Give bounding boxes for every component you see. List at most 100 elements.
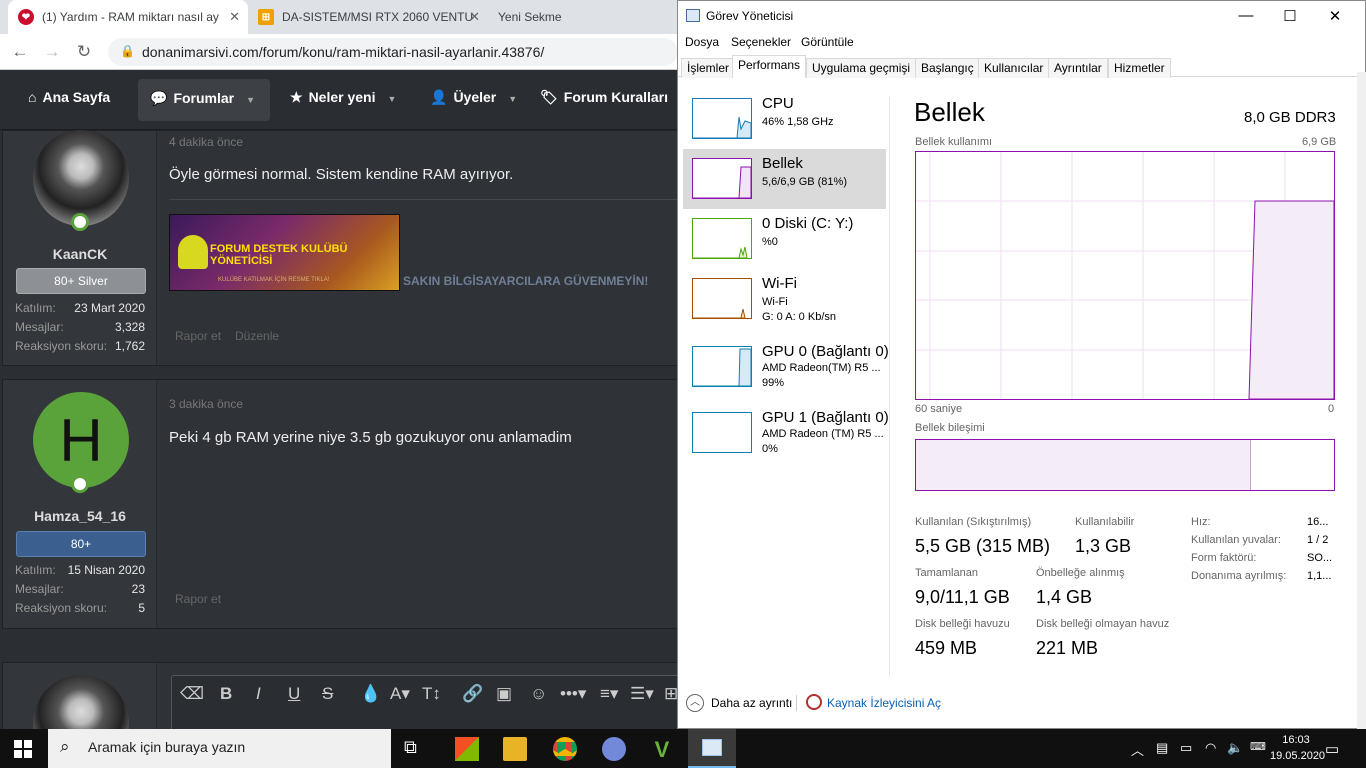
italic-icon[interactable]: I [256, 684, 261, 704]
notification-icon[interactable]: ▭ [1325, 740, 1339, 758]
close-tab-icon[interactable]: ✕ [229, 9, 240, 25]
resource-gpu-0[interactable]: GPU 0 (Bağlantı 0) AMD Radeon(TM) R5 ...… [683, 337, 889, 397]
browser-scrollbar[interactable] [1357, 72, 1366, 729]
browser-tab-bar: ❤ (1) Yardım - RAM miktarı nasıl ay ✕ ⊞ … [0, 0, 678, 34]
image-icon[interactable]: ▣ [496, 684, 512, 704]
gta-icon[interactable]: V [650, 737, 674, 762]
emoji-icon[interactable]: ☺ [530, 684, 547, 704]
tab-users[interactable]: Kullanıcılar [978, 58, 1050, 78]
stat-label: Tamamlanan [915, 567, 978, 579]
gpu0-mini-graph [692, 346, 752, 387]
forward-icon[interactable]: → [42, 42, 62, 62]
tab-strip: İşlemler Performans Uygulama geçmişi Baş… [678, 55, 1365, 78]
post-time[interactable]: 3 dakika önce [169, 397, 243, 411]
bold-icon[interactable]: B [220, 684, 232, 704]
pane-divider [889, 97, 890, 677]
menu-options[interactable]: Seçenekler [731, 35, 791, 49]
rich-text-editor[interactable]: ⌫ B I U S 💧 A▾ T↕ 🔗 ▣ ☺ •••▾ ≡▾ ☰▾ ⊞ [171, 675, 678, 729]
eraser-icon[interactable]: ⌫ [180, 684, 204, 704]
post-user-panel [3, 663, 157, 729]
task-view-icon[interactable]: ⧉ [404, 737, 428, 761]
volume-icon[interactable]: 🔈 [1227, 740, 1243, 756]
tab-services[interactable]: Hizmetler [1108, 58, 1171, 78]
back-icon[interactable]: ← [10, 42, 30, 62]
usage-graph-label: Bellek kullanımı [915, 136, 993, 148]
browser-tab-active[interactable]: ❤ (1) Yardım - RAM miktarı nasıl ay ✕ [8, 0, 248, 34]
align-icon[interactable]: ≡▾ [600, 684, 618, 704]
link-icon[interactable]: 🔗 [462, 684, 483, 704]
resource-memory[interactable]: Bellek 5,6/6,9 GB (81%) [683, 149, 886, 209]
close-tab-icon[interactable]: ✕ [469, 9, 480, 25]
resource-disk[interactable]: 0 Diski (C: Y:) %0 [683, 209, 886, 269]
stat-label: Disk belleği havuzu [915, 618, 1010, 630]
minimize-icon[interactable]: — [1234, 7, 1258, 24]
network-adapter-icon[interactable]: ▤ [1156, 740, 1168, 756]
chevron-up-icon[interactable]: ︿ [686, 694, 704, 712]
strikethrough-icon[interactable]: S [322, 684, 333, 704]
url-field[interactable]: 🔒 donanimarsivi.com/forum/konu/ram-mikta… [108, 38, 678, 66]
resource-wifi[interactable]: Wi-Fi Wi-Fi G: 0 A: 0 Kb/sn [683, 269, 886, 329]
keyboard-language-icon[interactable]: ⌨ [1250, 740, 1266, 753]
file-explorer-icon[interactable] [503, 737, 527, 761]
menu-view[interactable]: Görüntüle [801, 35, 854, 49]
nav-home[interactable]: ⌂ Ana Sayfa [28, 89, 110, 105]
search-placeholder: Aramak için buraya yazın [88, 739, 246, 755]
title-bar[interactable]: Görev Yöneticisi — ☐ ✕ [678, 1, 1365, 32]
resource-cpu[interactable]: CPU 46% 1,58 GHz [683, 89, 886, 149]
maximize-icon[interactable]: ☐ [1278, 7, 1302, 25]
open-resource-monitor-link[interactable]: Kaynak İzleyicisini Aç [827, 696, 941, 710]
system-clock[interactable]: 16:03 19.05.2020 [1270, 732, 1325, 764]
report-link[interactable]: Rapor et [175, 592, 221, 606]
battery-icon[interactable]: ▭ [1180, 740, 1192, 756]
reload-icon[interactable]: ↻ [74, 42, 94, 62]
stat-value: 1,4 GB [1036, 587, 1093, 607]
font-size-icon[interactable]: T↕ [422, 684, 441, 704]
close-icon[interactable]: ✕ [1323, 7, 1347, 25]
store-icon[interactable] [455, 737, 479, 761]
tab-details[interactable]: Ayrıntılar [1048, 58, 1108, 78]
windows-start-icon[interactable] [14, 740, 32, 758]
discord-icon[interactable] [602, 737, 626, 761]
font-family-icon[interactable]: A▾ [390, 684, 410, 704]
table-icon[interactable]: ⊞ [664, 684, 678, 704]
tab-processes[interactable]: İşlemler [681, 58, 736, 78]
avatar[interactable] [33, 130, 129, 226]
username[interactable]: KaanCK [3, 246, 157, 262]
stat-label: Disk belleği olmayan havuz [1036, 618, 1170, 630]
nav-forums[interactable]: 💬 Forumlar ▼ [138, 79, 270, 121]
browser-tab[interactable]: ⊞ DA-SISTEM/MSI RTX 2060 VENTU ✕ [248, 0, 488, 34]
browser-tab[interactable]: Yeni Sekme [488, 0, 668, 34]
more-icon[interactable]: •••▾ [560, 684, 586, 704]
task-manager-taskbar-button[interactable] [688, 729, 736, 768]
nav-forum-rules[interactable]: 🏷 Forum Kuralları [540, 89, 668, 106]
edit-link[interactable]: Düzenle [235, 329, 279, 343]
underline-icon[interactable]: U [288, 684, 300, 704]
stat-row: Katılım: 23 Mart 2020 [15, 301, 145, 315]
tab-performance[interactable]: Performans [732, 55, 807, 78]
memory-mini-graph [692, 158, 752, 199]
avatar[interactable]: H [33, 392, 129, 488]
taskbar-search-box[interactable]: ⌕ Aramak için buraya yazın [48, 729, 391, 768]
resource-monitor-icon [806, 694, 822, 710]
search-icon: ⌕ [60, 737, 70, 756]
gpu1-mini-graph [692, 412, 752, 453]
show-hidden-icons-icon[interactable]: ︿ [1131, 740, 1144, 759]
reply-box: ⌫ B I U S 💧 A▾ T↕ 🔗 ▣ ☺ •••▾ ≡▾ ☰▾ ⊞ [2, 662, 678, 729]
resource-gpu-1[interactable]: GPU 1 (Bağlantı 0) AMD Radeon (TM) R5 ..… [683, 403, 889, 463]
username[interactable]: Hamza_54_16 [3, 508, 157, 524]
post-time[interactable]: 4 dakika önce [169, 135, 243, 149]
star-icon: ★ [290, 89, 303, 105]
signature-banner[interactable]: FORUM DESTEK KULÜBÜ YÖNETİCİSİ KULÜBE KA… [169, 214, 400, 291]
nav-members[interactable]: 👤 Üyeler ▼ [430, 89, 517, 106]
fewer-details-link[interactable]: Daha az ayrıntı [711, 696, 792, 710]
chrome-icon[interactable] [553, 737, 577, 761]
list-icon[interactable]: ☰▾ [630, 684, 654, 704]
color-drop-icon[interactable]: 💧 [360, 684, 381, 704]
report-link[interactable]: Rapor et [175, 329, 221, 343]
tab-startup[interactable]: Başlangıç [915, 58, 980, 78]
tab-app-history[interactable]: Uygulama geçmişi [806, 58, 917, 78]
wifi-icon[interactable]: ◠ [1205, 740, 1216, 756]
nav-whats-new[interactable]: ★ Neler yeni ▼ [290, 89, 396, 106]
menu-file[interactable]: Dosya [685, 35, 719, 49]
memory-composition-bar [915, 439, 1335, 491]
